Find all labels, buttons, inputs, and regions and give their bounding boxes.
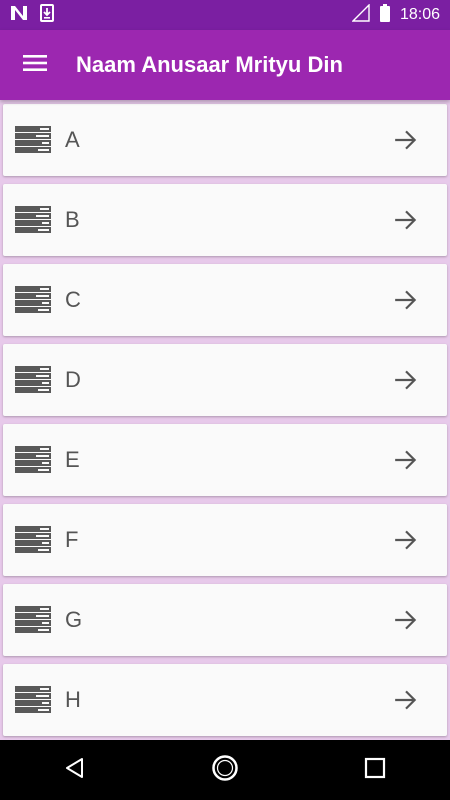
list-icon: [15, 605, 51, 635]
hamburger-menu-icon: [23, 54, 47, 77]
list-icon: [15, 445, 51, 475]
list-item-label: C: [65, 287, 81, 312]
list-item-h[interactable]: H: [3, 664, 447, 736]
list-item-d[interactable]: D: [3, 344, 447, 416]
arrow-right-icon: [393, 207, 419, 233]
list-icon: [15, 205, 51, 235]
status-bar: 18:06: [0, 0, 450, 30]
list-icon: [15, 125, 51, 155]
recents-button[interactable]: [345, 740, 405, 800]
list-item-f[interactable]: F: [3, 504, 447, 576]
battery-icon: [379, 3, 390, 27]
list-icon: [15, 365, 51, 395]
status-right: 18:06: [351, 2, 440, 27]
navigation-bar: [0, 740, 450, 800]
list-icon: [15, 685, 51, 715]
download-icon: [40, 3, 54, 27]
n-notification-icon: [10, 5, 28, 26]
list-item-label: E: [65, 447, 80, 472]
list-item-a[interactable]: A: [3, 104, 447, 176]
list-item-label: H: [65, 687, 81, 712]
list-item-label: F: [65, 527, 79, 552]
arrow-right-icon: [393, 367, 419, 393]
list-item-label: D: [65, 367, 81, 392]
list-item-g[interactable]: G: [3, 584, 447, 656]
list-icon: [15, 285, 51, 315]
back-icon: [63, 756, 87, 785]
menu-button[interactable]: [0, 30, 70, 100]
arrow-right-icon: [393, 687, 419, 713]
back-button[interactable]: [45, 740, 105, 800]
list-item-b[interactable]: B: [3, 184, 447, 256]
home-icon: [211, 754, 239, 787]
arrow-right-icon: [393, 527, 419, 553]
list-item-label: B: [65, 207, 80, 232]
signal-icon: [351, 2, 370, 27]
list-item-label: G: [65, 607, 83, 632]
letter-list: A B C D E F G H: [0, 100, 450, 740]
arrow-right-icon: [393, 127, 419, 153]
app-bar: Naam Anusaar Mrityu Din: [0, 30, 450, 100]
list-item-c[interactable]: C: [3, 264, 447, 336]
list-item-label: A: [65, 127, 80, 152]
list-icon: [15, 525, 51, 555]
list-item-e[interactable]: E: [3, 424, 447, 496]
arrow-right-icon: [393, 607, 419, 633]
app-title: Naam Anusaar Mrityu Din: [76, 52, 343, 77]
arrow-right-icon: [393, 447, 419, 473]
status-left: [10, 3, 54, 27]
home-button[interactable]: [195, 740, 255, 800]
status-time: 18:06: [399, 6, 440, 23]
recents-icon: [364, 757, 386, 784]
arrow-right-icon: [393, 287, 419, 313]
